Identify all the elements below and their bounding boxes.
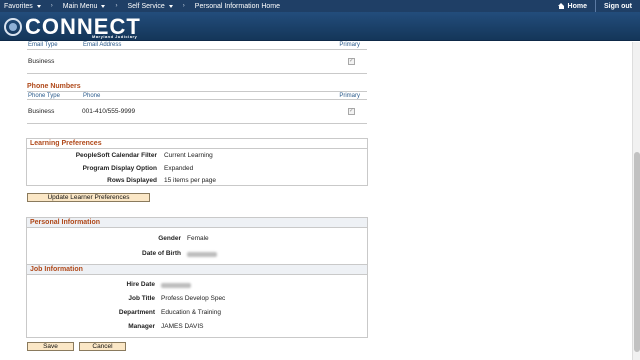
calendar-filter-row: PeopleSoft Calendar Filter Current Learn… xyxy=(27,152,367,162)
calendar-filter-value: Current Learning xyxy=(164,152,213,159)
job-information-panel: Job Information Hire Date Job Title Prof… xyxy=(26,264,368,338)
table-row: Business ✓ xyxy=(27,50,367,74)
program-display-row: Program Display Option Expanded xyxy=(27,165,367,175)
top-nav: Favorites › Main Menu › Self Service › P… xyxy=(0,0,640,12)
phone-grid: Phone Numbers Phone Type Phone Primary B… xyxy=(27,82,367,124)
manager-value: JAMES DAVIS xyxy=(161,323,204,330)
dob-value-redacted xyxy=(187,252,217,259)
chevron-down-icon xyxy=(36,4,41,8)
dob-label: Date of Birth xyxy=(142,250,181,257)
cancel-button[interactable]: Cancel xyxy=(79,342,126,351)
department-label: Department xyxy=(118,309,155,316)
breadcrumb-current[interactable]: Personal Information Home xyxy=(191,0,284,12)
job-information-title: Job Information xyxy=(27,265,367,275)
job-title-value: Profess Develop Spec xyxy=(161,295,226,302)
learning-preferences-panel: Learning Preferences PeopleSoft Calendar… xyxy=(26,138,368,186)
manager-row: Manager JAMES DAVIS xyxy=(27,323,367,333)
chevron-down-icon xyxy=(101,4,106,8)
sign-out-label: Sign out xyxy=(604,2,632,10)
learning-preferences-title: Learning Preferences xyxy=(27,139,367,149)
job-title-row: Job Title Profess Develop Spec xyxy=(27,295,367,305)
save-button[interactable]: Save xyxy=(27,342,74,351)
phone-header: Phone xyxy=(83,93,101,99)
personal-information-title: Personal Information xyxy=(27,218,367,228)
table-row: Business 001-410/555-9999 ✓ xyxy=(27,100,367,124)
home-link[interactable]: Home xyxy=(550,3,595,10)
department-value: Education & Training xyxy=(161,309,221,316)
email-type-cell: Business xyxy=(28,58,55,65)
main-menu[interactable]: Main Menu xyxy=(59,0,110,12)
primary-checkbox[interactable]: ✓ xyxy=(348,58,355,65)
self-service-label: Self Service xyxy=(127,2,165,10)
main-content: Email Type Email Address Primary Busines… xyxy=(0,41,632,360)
phone-grid-title: Phone Numbers xyxy=(27,83,81,90)
logo-mark-icon xyxy=(4,18,22,36)
hire-date-value-redacted xyxy=(161,283,191,290)
scrollbar-thumb[interactable] xyxy=(634,152,640,352)
gender-value: Female xyxy=(187,235,209,242)
rows-displayed-value: 15 items per page xyxy=(164,177,217,184)
logo-subtitle: Maryland Judiciary xyxy=(92,34,138,39)
email-type-header: Email Type xyxy=(28,42,58,48)
rows-displayed-row: Rows Displayed 15 items per page xyxy=(27,177,367,187)
program-display-value: Expanded xyxy=(164,165,194,172)
current-page-label: Personal Information Home xyxy=(194,2,281,10)
phone-primary-header: Primary xyxy=(339,93,360,99)
vertical-scrollbar[interactable] xyxy=(632,42,640,360)
favorites-label: Favorites xyxy=(4,2,33,10)
email-primary-header: Primary xyxy=(339,42,360,48)
email-address-header: Email Address xyxy=(83,42,122,48)
update-learner-preferences-button[interactable]: Update Learner Preferences xyxy=(27,193,150,202)
home-icon xyxy=(557,3,565,9)
phone-number-cell: 001-410/555-9999 xyxy=(82,108,136,115)
favorites-menu[interactable]: Favorites xyxy=(0,0,45,12)
phone-grid-header: Phone Type Phone Primary xyxy=(27,91,367,100)
self-service-menu[interactable]: Self Service xyxy=(123,0,176,12)
phone-type-header: Phone Type xyxy=(28,93,60,99)
primary-checkbox[interactable]: ✓ xyxy=(348,108,355,115)
dob-row: Date of Birth xyxy=(27,250,367,260)
banner: CONNECT Maryland Judiciary xyxy=(0,12,640,41)
rows-displayed-label: Rows Displayed xyxy=(107,177,157,184)
hire-date-row: Hire Date xyxy=(27,281,367,291)
phone-type-cell: Business xyxy=(28,108,55,115)
separator-icon: › xyxy=(115,3,118,9)
main-menu-label: Main Menu xyxy=(62,2,98,10)
program-display-label: Program Display Option xyxy=(82,165,157,172)
separator-icon: › xyxy=(182,3,185,9)
manager-label: Manager xyxy=(128,323,155,330)
separator-icon: › xyxy=(50,3,53,9)
email-grid-header: Email Type Email Address Primary xyxy=(27,41,367,50)
calendar-filter-label: PeopleSoft Calendar Filter xyxy=(75,152,157,159)
home-label: Home xyxy=(567,2,587,10)
chevron-down-icon xyxy=(168,4,173,8)
job-title-label: Job Title xyxy=(128,295,155,302)
hire-date-label: Hire Date xyxy=(126,281,155,288)
gender-row: Gender Female xyxy=(27,235,367,245)
gender-label: Gender xyxy=(158,235,181,242)
department-row: Department Education & Training xyxy=(27,309,367,319)
email-grid: Email Type Email Address Primary Busines… xyxy=(27,41,367,74)
sign-out-link[interactable]: Sign out xyxy=(595,0,640,12)
